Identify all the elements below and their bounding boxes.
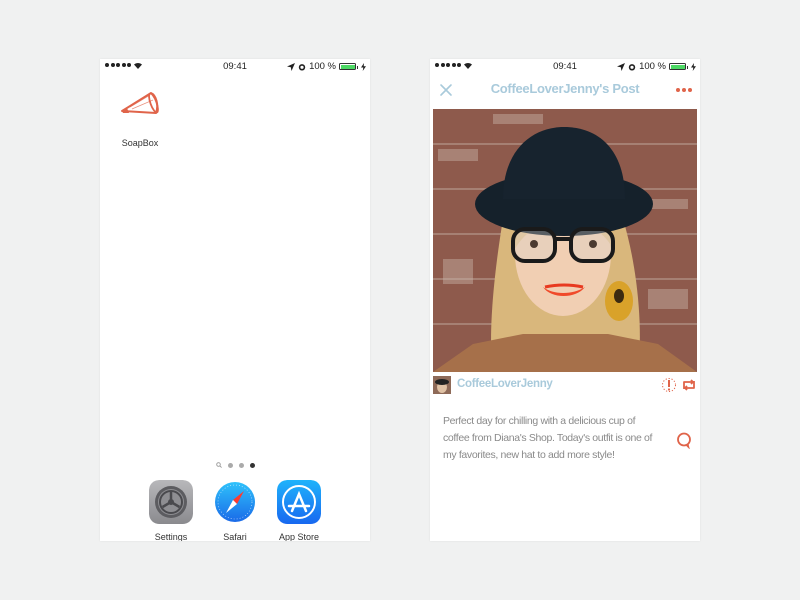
battery-percent: 100 % (639, 61, 666, 72)
app-label: Settings (154, 532, 188, 541)
battery-percent: 100 % (309, 61, 336, 72)
avatar[interactable] (433, 376, 451, 394)
home-screen: 09:41 100 % SoapBox Settings Safari App … (100, 59, 370, 541)
post-caption: Perfect day for chilling with a deliciou… (443, 415, 653, 461)
app-label: App Store (278, 532, 320, 541)
page-indicator[interactable] (100, 462, 370, 468)
dock: Settings Safari App Store (100, 480, 370, 541)
portrait-image (433, 109, 697, 372)
location-arrow-icon (617, 62, 626, 71)
report-icon[interactable] (661, 377, 677, 393)
compass-icon (215, 482, 255, 522)
page-dot (227, 462, 233, 468)
megaphone-icon (121, 92, 159, 114)
post-photo[interactable] (433, 109, 697, 372)
location-arrow-icon (287, 62, 296, 71)
charging-bolt-icon (691, 62, 696, 71)
nav-bar: CoffeeLoverJenny's Post (430, 75, 700, 107)
status-bar: 09:41 100 % (430, 59, 700, 75)
post-author-row: CoffeeLoverJenny (433, 376, 697, 394)
app-soapbox[interactable]: SoapBox (118, 85, 162, 148)
app-store-icon (277, 480, 321, 524)
close-icon[interactable] (439, 83, 453, 97)
dock-app-app-store[interactable]: App Store (277, 480, 321, 541)
dock-app-settings[interactable]: Settings (149, 480, 193, 541)
app-label: Safari (223, 532, 247, 541)
comment-icon[interactable] (676, 432, 692, 449)
dock-app-safari[interactable]: Safari (213, 480, 257, 541)
app-label: SoapBox (121, 138, 159, 148)
alarm-icon (298, 63, 306, 70)
status-bar: 09:41 100 % (100, 59, 370, 75)
author-name[interactable]: CoffeeLoverJenny (457, 378, 553, 390)
charging-bolt-icon (361, 62, 366, 71)
gear-icon (149, 480, 193, 524)
spotlight-search-icon (215, 462, 222, 468)
battery-icon (339, 63, 358, 70)
page-dot (238, 462, 244, 468)
page-title: CoffeeLoverJenny's Post (490, 81, 640, 96)
alarm-icon (628, 63, 636, 70)
post-screen: 09:41 100 % CoffeeLoverJenny's Post Coff… (430, 59, 700, 541)
page-dot-active (249, 462, 255, 468)
repost-icon[interactable] (681, 377, 697, 393)
more-dots-icon[interactable] (676, 88, 692, 92)
battery-icon (669, 63, 688, 70)
